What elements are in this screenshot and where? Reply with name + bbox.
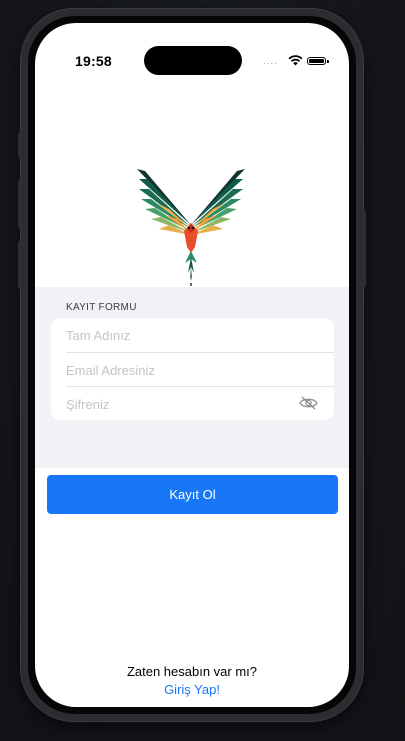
email-field[interactable] <box>66 353 334 387</box>
registration-form-section: KAYIT FORMU <box>35 287 349 468</box>
password-field[interactable] <box>66 387 334 421</box>
register-button[interactable]: Kayıt Ol <box>47 475 338 514</box>
power-button <box>363 211 366 287</box>
eye-slash-icon[interactable] <box>299 396 318 410</box>
full-name-field[interactable] <box>66 318 334 352</box>
phone-bezel: 19:58 .... KAYIT FORMU Tam Adınız Email … <box>28 16 356 714</box>
login-link[interactable]: Giriş Yap! <box>35 682 349 697</box>
parrot-body <box>184 223 198 286</box>
status-bar: 19:58 .... <box>35 23 349 77</box>
form-section-title: KAYIT FORMU <box>66 302 137 313</box>
full-name-input[interactable] <box>66 318 286 352</box>
battery-icon <box>307 57 329 65</box>
status-time: 19:58 <box>75 53 112 69</box>
wifi-icon <box>288 55 303 66</box>
right-wing <box>191 169 245 235</box>
email-input[interactable] <box>66 353 286 387</box>
parrot-logo-icon <box>137 169 245 286</box>
form-card <box>51 318 334 421</box>
volume-down-button <box>18 241 21 289</box>
existing-account-prompt: Zaten hesabın var mı? <box>126 664 258 679</box>
phone-frame: 19:58 .... KAYIT FORMU Tam Adınız Email … <box>18 8 366 722</box>
mute-switch <box>18 133 21 157</box>
dynamic-island <box>144 46 242 75</box>
screen: 19:58 .... KAYIT FORMU Tam Adınız Email … <box>35 23 349 707</box>
volume-up-button <box>18 180 21 228</box>
password-input[interactable] <box>66 387 286 421</box>
signal-dots-icon: .... <box>263 56 279 67</box>
left-wing <box>137 169 191 235</box>
